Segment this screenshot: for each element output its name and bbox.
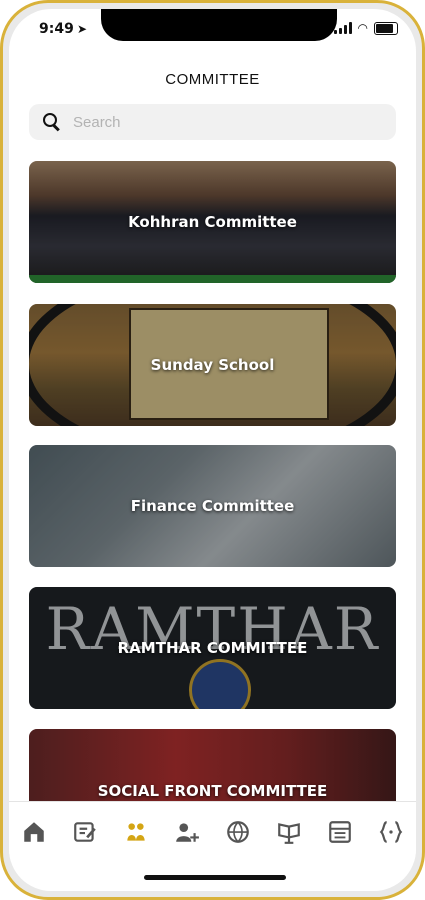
bottom-tab-bar [9, 801, 416, 862]
notch [101, 9, 337, 41]
wifi-icon: ◠ [357, 21, 368, 35]
tab-calendar[interactable] [326, 818, 354, 846]
search-bar[interactable] [29, 104, 396, 140]
tab-network[interactable] [224, 818, 252, 846]
home-indicator[interactable] [144, 875, 286, 880]
committee-card-label: RAMTHAR COMMITTEE [117, 639, 308, 657]
committee-card-label: Finance Committee [130, 497, 295, 515]
page-title: COMMITTEE [165, 71, 260, 88]
add-user-icon [176, 823, 199, 842]
app-screen: 9:49 ➤ ◠ COMMITTEE Kohhran Committee Sun… [9, 9, 416, 891]
search-input[interactable] [71, 112, 335, 132]
committee-card-label: Sunday School [150, 356, 275, 374]
tab-add-member[interactable] [173, 818, 201, 846]
location-arrow-icon: ➤ [77, 22, 88, 36]
tab-committee[interactable] [122, 818, 150, 846]
tab-more[interactable] [377, 818, 405, 846]
edit-note-icon [74, 822, 97, 842]
status-time: 9:49 [39, 21, 74, 37]
calendar-table-icon [328, 821, 351, 843]
search-icon [41, 111, 63, 133]
committee-card-finance[interactable]: Finance Committee [29, 445, 396, 567]
phone-frame: 9:49 ➤ ◠ COMMITTEE Kohhran Committee Sun… [0, 0, 425, 900]
home-icon [24, 822, 45, 842]
book-stand-icon [277, 823, 300, 844]
tab-bible[interactable] [275, 818, 303, 846]
committee-card-kohhran[interactable]: Kohhran Committee [29, 161, 396, 283]
tab-home[interactable] [20, 818, 48, 846]
status-indicators: ◠ [333, 21, 398, 35]
globe-network-icon [227, 821, 249, 843]
cellular-signal-icon [333, 22, 352, 34]
battery-icon [374, 21, 398, 35]
committee-card-ramthar[interactable]: RAMTHAR RAMTHAR COMMITTEE [29, 587, 396, 709]
braces-icon [379, 821, 402, 843]
committee-icon [127, 823, 145, 841]
committee-card-label: Kohhran Committee [128, 213, 297, 231]
committee-card-sunday-school[interactable]: Sunday School [29, 304, 396, 426]
tab-notes[interactable] [71, 818, 99, 846]
committee-card-label: SOCIAL FRONT COMMITTEE [97, 782, 328, 800]
